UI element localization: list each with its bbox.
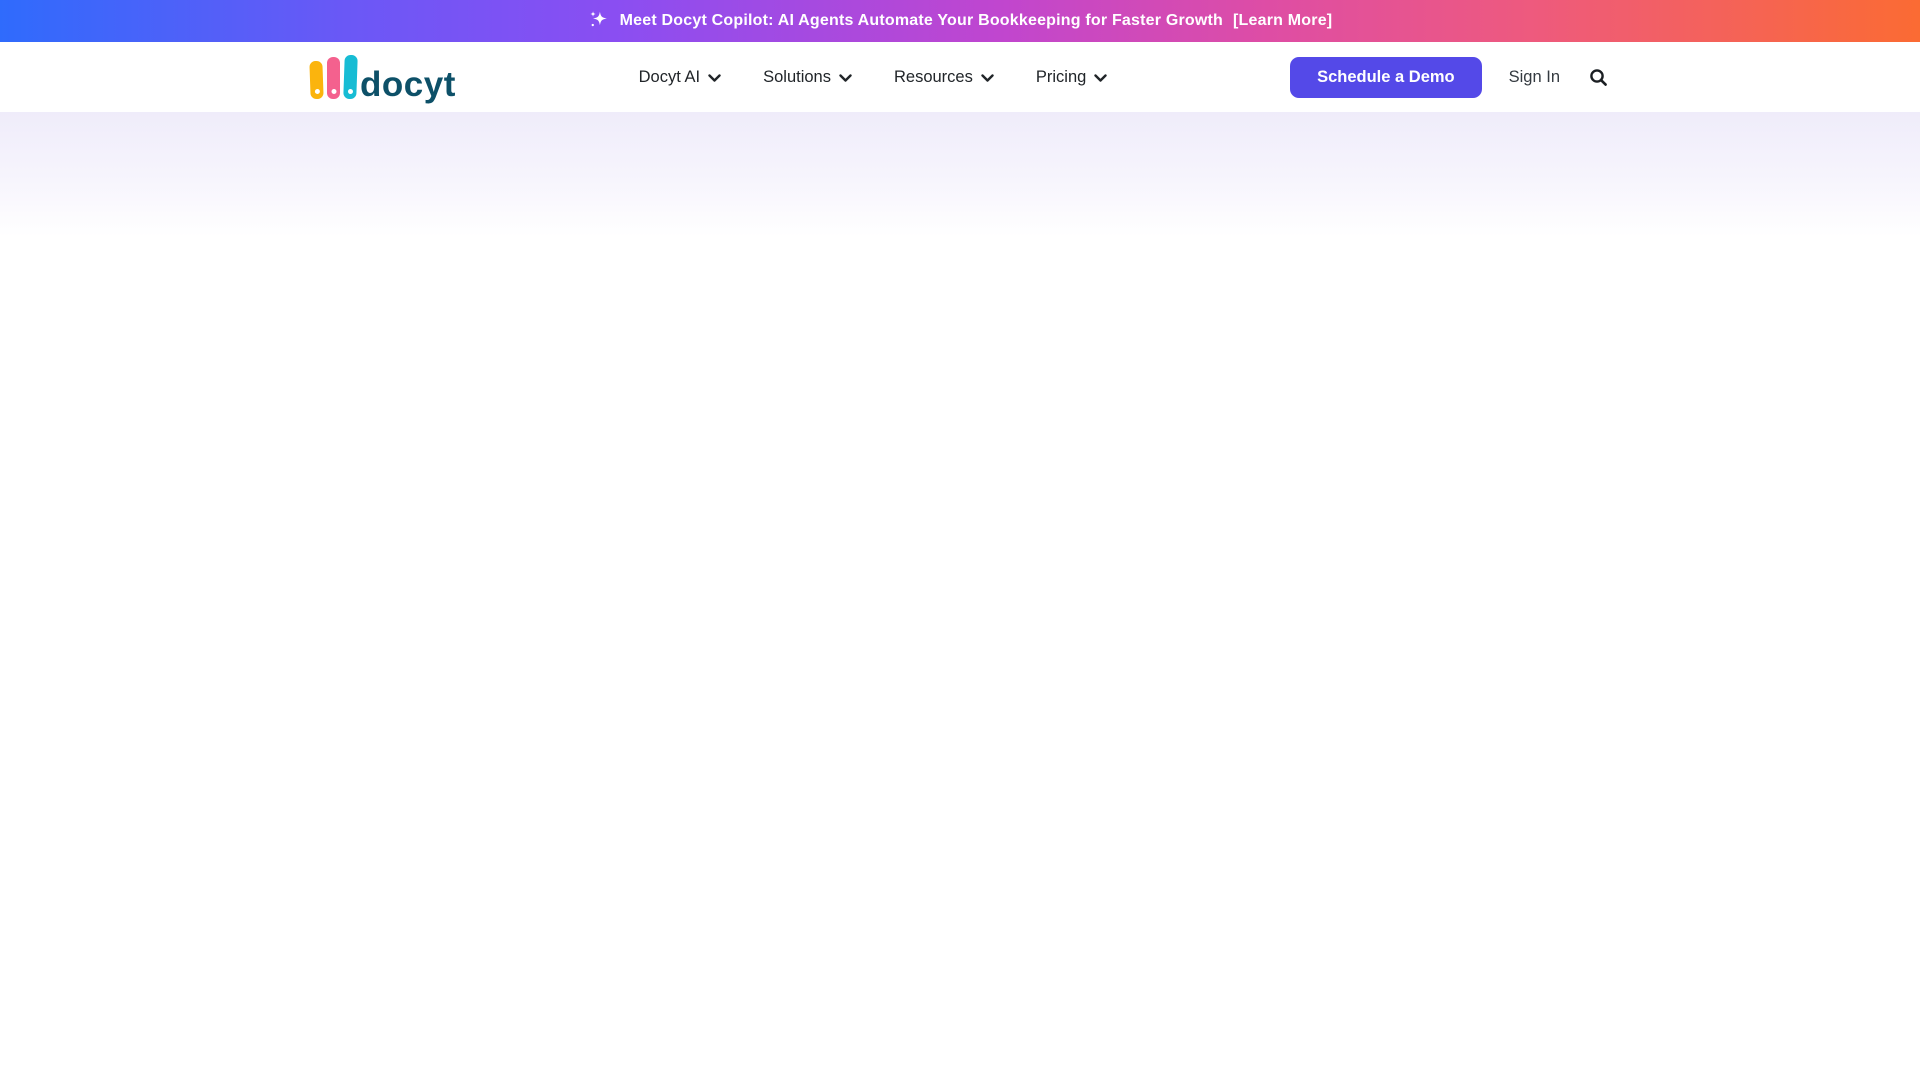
nav-item-pricing[interactable]: Pricing — [1036, 68, 1107, 87]
chevron-down-icon — [708, 74, 721, 83]
page-body-empty — [0, 237, 1920, 1080]
nav-label: Docyt AI — [639, 68, 700, 87]
nav-label: Solutions — [763, 68, 831, 87]
hero-background — [0, 112, 1920, 237]
main-nav: Docyt AI Solutions Resources Pricing — [456, 68, 1290, 87]
banner-text: Meet Docyt Copilot: AI Agents Automate Y… — [620, 12, 1223, 30]
docyt-logo-icon — [310, 55, 357, 100]
chevron-down-icon — [839, 74, 852, 83]
banner-learn-more-link[interactable]: [Learn More] — [1233, 12, 1332, 30]
schedule-demo-button[interactable]: Schedule a Demo — [1290, 57, 1482, 98]
nav-label: Resources — [894, 68, 973, 87]
chevron-down-icon — [981, 74, 994, 83]
logo-bar-yellow — [309, 60, 323, 98]
sign-in-link[interactable]: Sign In — [1509, 68, 1560, 87]
sparkle-icon — [588, 9, 610, 31]
docyt-logo[interactable]: docyt — [310, 55, 456, 100]
nav-item-docyt-ai[interactable]: Docyt AI — [639, 68, 721, 87]
site-header: docyt Docyt AI Solutions Resources — [0, 42, 1920, 112]
nav-label: Pricing — [1036, 68, 1086, 87]
docyt-logo-text: docyt — [360, 71, 456, 100]
logo-bar-teal — [343, 54, 358, 98]
chevron-down-icon — [1094, 74, 1107, 83]
announcement-banner[interactable]: Meet Docyt Copilot: AI Agents Automate Y… — [0, 0, 1920, 42]
logo-bar-pink — [327, 57, 340, 99]
nav-item-solutions[interactable]: Solutions — [763, 68, 852, 87]
nav-item-resources[interactable]: Resources — [894, 68, 994, 87]
search-icon[interactable] — [1587, 66, 1610, 89]
header-actions: Schedule a Demo Sign In — [1290, 57, 1610, 98]
